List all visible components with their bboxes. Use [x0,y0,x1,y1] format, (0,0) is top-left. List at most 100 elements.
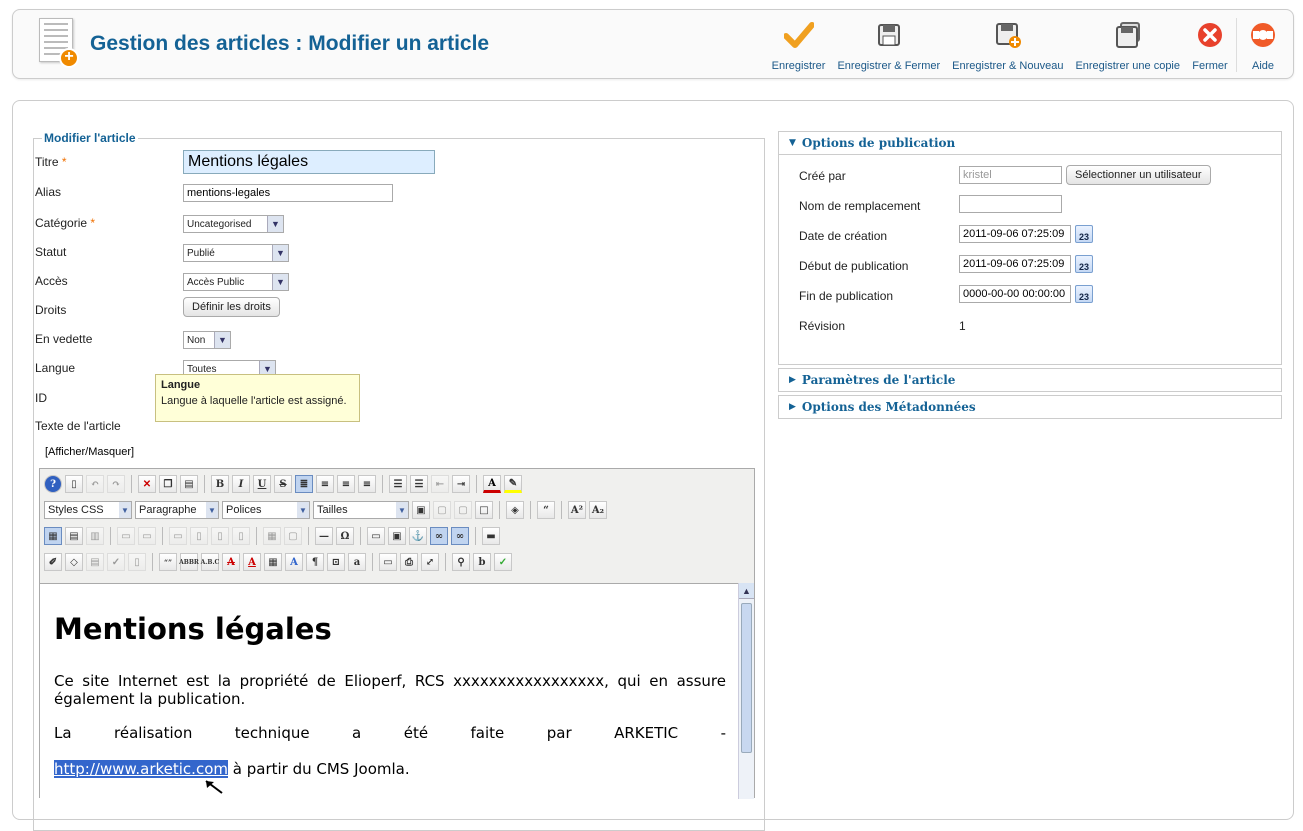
numbered-list-icon[interactable]: ☰ [410,475,428,493]
delete-col-icon[interactable]: ▯ [232,527,250,545]
article-params-header[interactable]: ▶ Paramètres de l'article [778,368,1282,392]
anchor-icon[interactable]: ⚓ [409,527,427,545]
unlink-icon[interactable]: ∞ [451,527,469,545]
move-backward-icon[interactable]: ▢ [454,501,472,519]
superscript-icon[interactable]: A² [568,501,586,519]
row-props-icon[interactable]: ▤ [65,527,83,545]
insert-date-icon[interactable]: ▦ [264,553,282,571]
set-rights-button[interactable]: Définir les droits [183,297,280,317]
special-char-icon[interactable]: Ω [336,527,354,545]
alias-input[interactable] [183,184,393,202]
save-new-button[interactable]: Enregistrer & Nouveau [946,14,1069,76]
absolute-icon[interactable]: □ [475,501,493,519]
help-button[interactable]: Aide [1239,14,1287,76]
non-breaking-icon[interactable]: ⊡ [327,553,345,571]
cleanup-icon[interactable]: ✐ [44,553,62,571]
strikethrough-icon[interactable]: S [274,475,292,493]
styles-props-icon[interactable]: A [285,553,303,571]
editor-content-area[interactable]: Mentions légales Ce site Internet est la… [40,583,738,799]
font-select[interactable]: Polices ▼ [222,501,310,519]
alias-name-input[interactable] [959,195,1062,213]
insertion-icon[interactable]: A [243,553,261,571]
size-select[interactable]: Tailles ▼ [313,501,409,519]
created-date-input[interactable] [959,225,1071,243]
new-document-icon[interactable]: ▯ [65,475,83,493]
col-after-icon[interactable]: ▯ [211,527,229,545]
underline-icon[interactable]: U [253,475,271,493]
abbreviation-icon[interactable]: ABBR [179,553,199,571]
col-before-icon[interactable]: ▯ [190,527,208,545]
close-button[interactable]: Fermer [1186,14,1234,76]
align-right-icon[interactable]: ≡ [358,475,376,493]
metadata-options-header[interactable]: ▶ Options des Métadonnées [778,395,1282,419]
edit-css-icon[interactable]: ✓ [107,553,125,571]
align-justify-icon[interactable]: ≣ [295,475,313,493]
outdent-icon[interactable]: ⇤ [431,475,449,493]
subscript-icon[interactable]: A₂ [589,501,607,519]
select-user-button[interactable]: Sélectionner un utilisateur [1066,165,1211,185]
image-icon[interactable]: ▣ [388,527,406,545]
table-icon[interactable]: ▦ [44,527,62,545]
created-by-input[interactable] [959,166,1062,184]
attributes-icon[interactable]: ▯ [128,553,146,571]
calendar-icon[interactable]: 23 [1075,285,1093,303]
blockquote-icon[interactable]: “ [537,501,555,519]
publication-options-header[interactable]: ▼ Options de publication [778,131,1282,155]
cell-props-icon[interactable]: ▥ [86,527,104,545]
preview-icon[interactable]: ▭ [379,553,397,571]
access-select[interactable]: Accès Public ▼ [183,273,289,291]
align-left-icon[interactable]: ≡ [316,475,334,493]
highlight-icon[interactable]: ✎ [504,475,522,493]
link-icon[interactable]: ∞ [430,527,448,545]
media-icon[interactable]: ▭ [367,527,385,545]
save-close-button[interactable]: Enregistrer & Fermer [831,14,946,76]
format-select[interactable]: Paragraphe ▼ [135,501,219,519]
paragraph-mark-icon[interactable]: ¶ [306,553,324,571]
insert-image-icon[interactable]: ▬ [482,527,500,545]
title-input[interactable] [183,150,435,174]
italic-icon[interactable]: I [232,475,250,493]
template-icon[interactable]: ▤ [86,553,104,571]
publish-down-input[interactable] [959,285,1071,303]
redo-icon[interactable]: ↷ [107,475,125,493]
bold-icon[interactable]: B [211,475,229,493]
deletion-icon[interactable]: A [222,553,240,571]
copy-icon[interactable]: ❐ [159,475,177,493]
align-center-icon[interactable]: ≡ [337,475,355,493]
replace-icon[interactable]: b [473,553,491,571]
letter-case-icon[interactable]: a [348,553,366,571]
cite-icon[interactable]: “” [159,553,177,571]
status-select[interactable]: Publié ▼ [183,244,289,262]
editor-scrollbar[interactable]: ▲ [738,583,754,799]
acronym-icon[interactable]: A.B.C [201,553,219,571]
toggle-editor-link[interactable]: [Afficher/Masquer] [45,446,134,458]
split-cells-icon[interactable]: ▦ [263,527,281,545]
styles-select[interactable]: Styles CSS ▼ [44,501,132,519]
cut-icon[interactable]: ✕ [138,475,156,493]
calendar-icon[interactable]: 23 [1075,255,1093,273]
merge-cells-icon[interactable]: ▢ [284,527,302,545]
text-color-icon[interactable]: A [483,475,501,493]
html-source-icon[interactable]: ◇ [65,553,83,571]
eraser-icon[interactable]: ◈ [506,501,524,519]
save-copy-button[interactable]: Enregistrer une copie [1069,14,1186,76]
featured-select[interactable]: Non ▼ [183,331,231,349]
publish-up-input[interactable] [959,255,1071,273]
undo-icon[interactable]: ↶ [86,475,104,493]
paste-icon[interactable]: ▤ [180,475,198,493]
print-icon[interactable]: ⎙ [400,553,418,571]
help-icon[interactable]: ? [44,475,62,493]
move-forward-icon[interactable]: ▢ [433,501,451,519]
delete-row-icon[interactable]: ▭ [169,527,187,545]
spellcheck-icon[interactable]: ✓ [494,553,512,571]
fullscreen-icon[interactable]: ⤢ [421,553,439,571]
indent-icon[interactable]: ⇥ [452,475,470,493]
scroll-thumb[interactable] [741,603,752,753]
row-after-icon[interactable]: ▭ [138,527,156,545]
save-button[interactable]: Enregistrer [766,14,832,76]
scroll-up-icon[interactable]: ▲ [739,583,754,599]
search-icon[interactable]: ⚲ [452,553,470,571]
selected-link[interactable]: http://www.arketic.com [54,760,228,778]
bullet-list-icon[interactable]: ☰ [389,475,407,493]
insert-layer-icon[interactable]: ▣ [412,501,430,519]
